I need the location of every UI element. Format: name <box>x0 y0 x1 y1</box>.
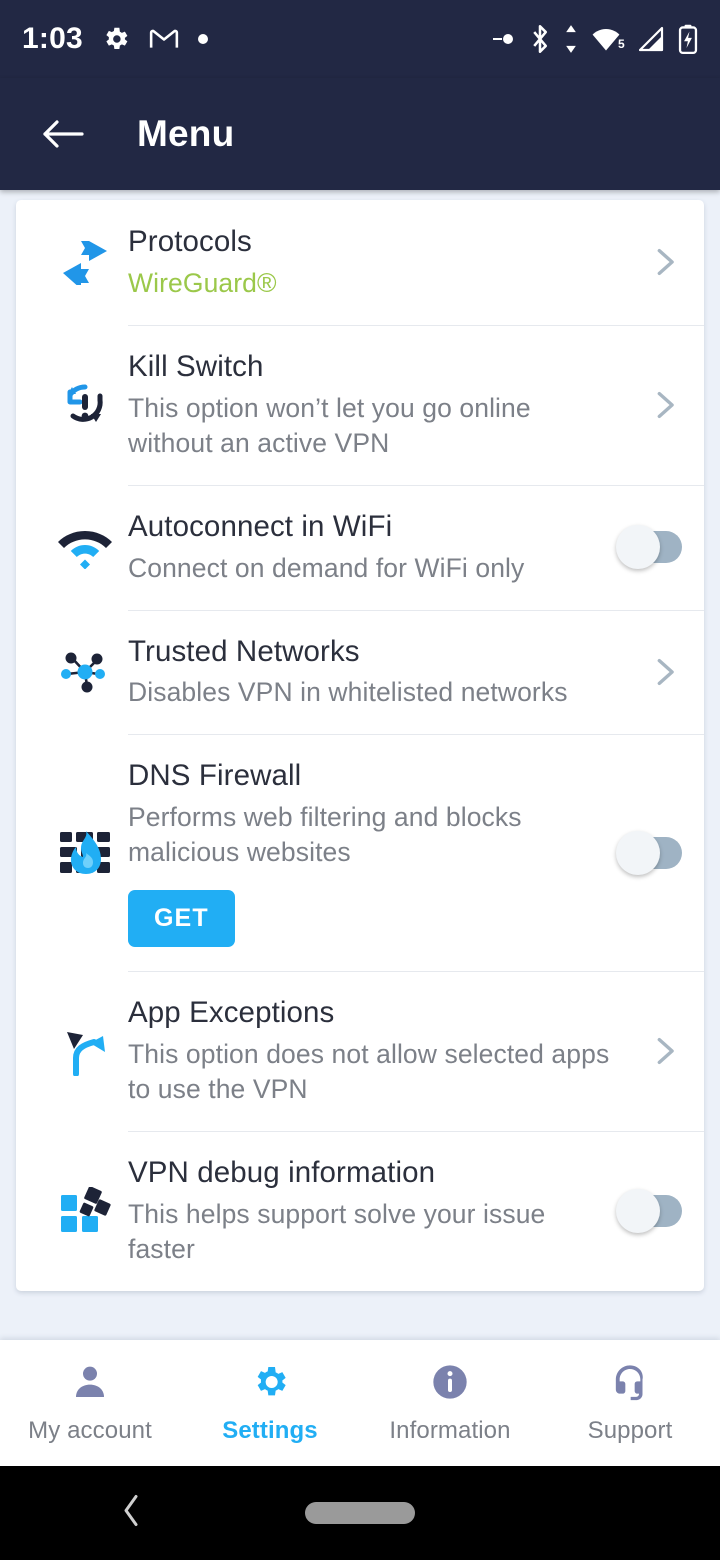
location-dot-icon <box>491 30 517 48</box>
menu-row-body: Kill Switch This option won’t let you go… <box>128 325 616 485</box>
wifi-icon: 5 <box>592 26 626 52</box>
menu-row-body: DNS Firewall Performs web filtering and … <box>128 734 616 971</box>
menu-row-subtitle: WireGuard® <box>128 267 277 298</box>
branching-arrows-icon <box>42 1026 128 1077</box>
menu-row-vpn-debug[interactable]: VPN debug information This helps support… <box>16 1130 704 1291</box>
dns-firewall-get-button[interactable]: GET <box>128 890 235 948</box>
menu-row-kill-switch[interactable]: Kill Switch This option won’t let you go… <box>16 324 704 485</box>
app-bar: Menu <box>0 78 720 190</box>
back-chevron-icon[interactable] <box>120 1493 142 1534</box>
arrow-left-icon <box>43 120 84 148</box>
settings-content: Protocols WireGuard® Kill Switch This op… <box>0 190 720 1426</box>
menu-row-autoconnect-wifi[interactable]: Autoconnect in WiFi Connect on demand fo… <box>16 484 704 610</box>
bluetooth-icon <box>530 24 550 54</box>
menu-row-title: App Exceptions <box>128 996 335 1030</box>
menu-row-body: Trusted Networks Disables VPN in whiteli… <box>128 610 616 735</box>
chevron-right-icon[interactable] <box>648 655 682 689</box>
nav-label: My account <box>28 1416 152 1444</box>
network-hub-icon <box>42 646 128 698</box>
toggle-thumb <box>616 525 660 570</box>
menu-row-app-exceptions[interactable]: App Exceptions This option does not allo… <box>16 971 704 1131</box>
firewall-flame-icon <box>42 828 128 878</box>
vpn-debug-toggle[interactable] <box>616 1188 682 1233</box>
menu-row-tail <box>616 655 682 689</box>
dns-firewall-toggle[interactable] <box>616 830 682 875</box>
menu-row-body: App Exceptions This option does not allo… <box>128 971 616 1131</box>
status-bar: 1:03 5 <box>0 0 720 78</box>
nav-label: Support <box>587 1416 673 1444</box>
menu-row-title: DNS Firewall <box>128 759 302 793</box>
wifi-signal-icon <box>42 525 128 570</box>
menu-row-subtitle: Performs web filtering and blocks malici… <box>128 802 522 868</box>
chevron-right-icon[interactable] <box>648 388 682 422</box>
chevron-right-icon[interactable] <box>648 245 682 279</box>
info-circle-icon <box>430 1362 470 1407</box>
menu-row-body: Protocols WireGuard® <box>128 200 616 325</box>
menu-row-subtitle: Connect on demand for WiFi only <box>128 552 525 583</box>
home-pill-icon[interactable] <box>305 1502 415 1524</box>
autoconnect-wifi-toggle[interactable] <box>616 525 682 570</box>
menu-row-subtitle: Disables VPN in whitelisted networks <box>128 677 568 708</box>
back-button[interactable] <box>38 109 88 159</box>
menu-row-title: VPN debug information <box>128 1155 436 1189</box>
status-bar-left: 1:03 <box>22 24 209 54</box>
dot-icon <box>197 33 209 45</box>
menu-row-title: Kill Switch <box>128 349 264 383</box>
svg-text:5: 5 <box>618 37 625 51</box>
bottom-navigation: My account Settings Information Support <box>0 1340 720 1466</box>
toggle-thumb <box>616 1188 660 1233</box>
menu-row-tail <box>616 245 682 279</box>
menu-row-trusted-networks[interactable]: Trusted Networks Disables VPN in whiteli… <box>16 609 704 735</box>
toggle-thumb <box>616 830 660 875</box>
gear-icon <box>101 24 131 54</box>
menu-row-tail <box>616 830 682 875</box>
menu-row-subtitle: This option does not allow selected apps… <box>128 1039 610 1104</box>
phone-screen: 1:03 5 Menu Protocols WireGuard® Kill Sw… <box>0 0 720 1560</box>
headset-icon <box>610 1362 650 1407</box>
cell-signal-icon <box>639 26 665 52</box>
menu-row-title: Autoconnect in WiFi <box>128 509 393 543</box>
status-bar-right: 5 <box>491 24 698 54</box>
battery-charging-icon <box>678 24 698 54</box>
menu-row-body: VPN debug information This helps support… <box>128 1131 616 1291</box>
kill-switch-icon <box>42 380 128 430</box>
nav-item-information[interactable]: Information <box>360 1362 540 1445</box>
menu-row-title: Protocols <box>128 225 252 258</box>
blocks-icon <box>42 1186 128 1235</box>
nav-label: Information <box>389 1416 511 1444</box>
chevron-right-icon[interactable] <box>648 1034 682 1068</box>
menu-row-title: Trusted Networks <box>128 634 360 668</box>
exchange-arrows-icon <box>42 239 128 286</box>
nav-item-my-account[interactable]: My account <box>0 1362 180 1445</box>
page-title: Menu <box>137 113 235 154</box>
menu-row-subtitle: This helps support solve your issue fast… <box>128 1198 546 1264</box>
menu-row-tail <box>616 525 682 570</box>
menu-row-dns-firewall[interactable]: DNS Firewall Performs web filtering and … <box>16 734 704 971</box>
menu-row-tail <box>616 1188 682 1233</box>
android-navigation-bar <box>0 1466 720 1560</box>
person-icon <box>70 1362 110 1407</box>
menu-row-protocols[interactable]: Protocols WireGuard® <box>16 200 704 325</box>
menu-row-body: Autoconnect in WiFi Connect on demand fo… <box>128 485 616 610</box>
menu-row-tail <box>616 1034 682 1068</box>
gmail-icon <box>149 27 179 51</box>
nav-item-support[interactable]: Support <box>540 1362 720 1445</box>
menu-row-subtitle: This option won’t let you go online with… <box>128 392 531 458</box>
data-transfer-icon <box>563 24 579 54</box>
menu-row-tail <box>616 388 682 422</box>
gear-icon <box>250 1362 290 1407</box>
status-bar-clock: 1:03 <box>22 22 83 55</box>
nav-label: Settings <box>222 1416 318 1444</box>
nav-item-settings[interactable]: Settings <box>180 1362 360 1445</box>
settings-card: Protocols WireGuard® Kill Switch This op… <box>16 200 704 1291</box>
